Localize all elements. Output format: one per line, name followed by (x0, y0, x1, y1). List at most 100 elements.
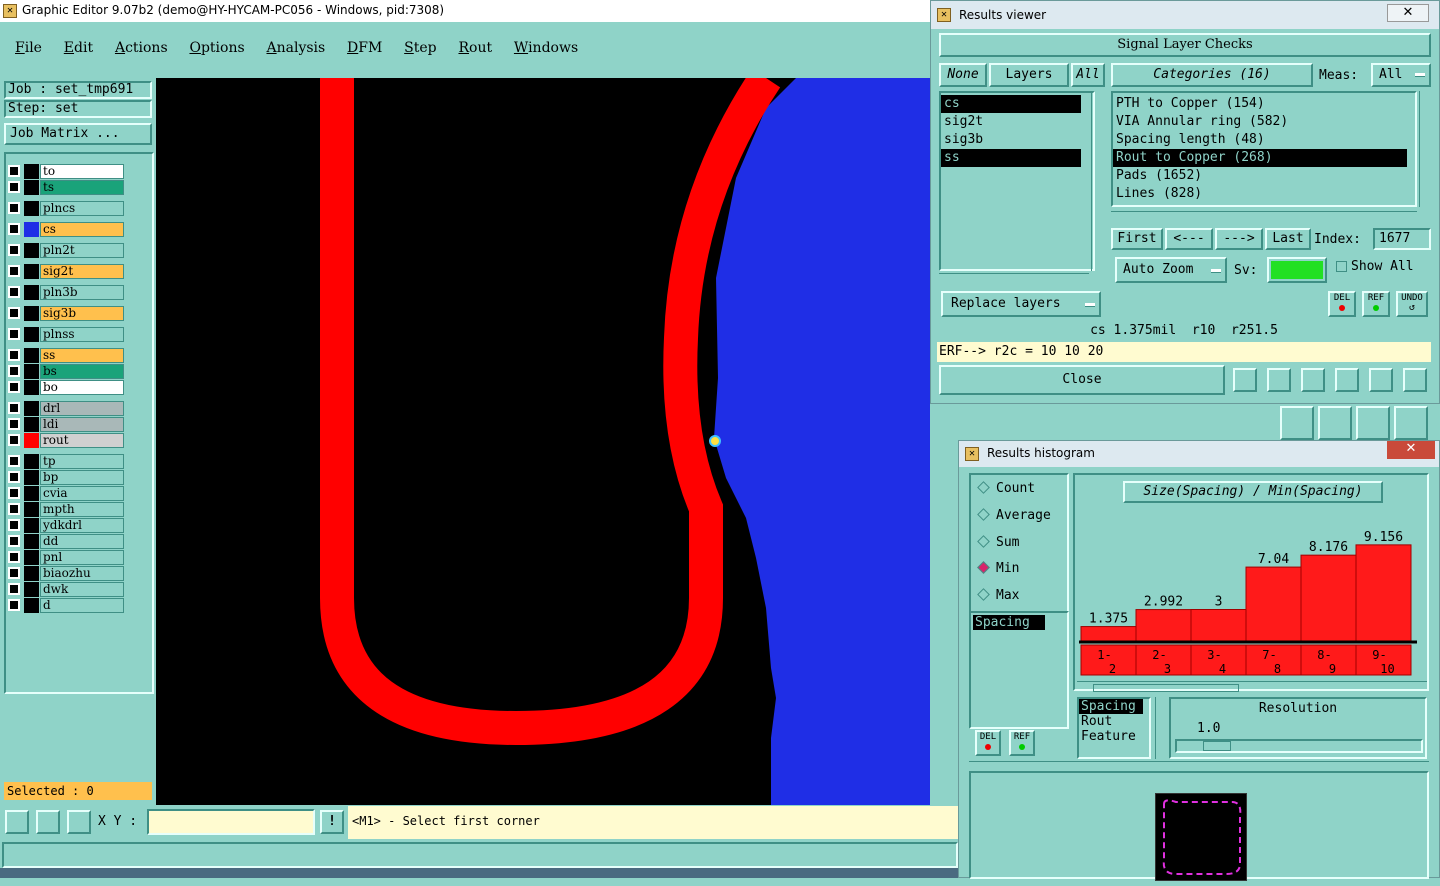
zoom-fit-icon[interactable] (5, 810, 29, 834)
layer-row-rout[interactable]: rout (6, 433, 124, 448)
layer-row-pln2t[interactable]: pln2t (6, 243, 124, 258)
hist-close-icon[interactable]: ✕ (1387, 441, 1435, 459)
layer-checkbox[interactable] (8, 265, 20, 277)
rv-layer-scrollbar[interactable] (1091, 91, 1103, 271)
layer-checkbox[interactable] (8, 381, 20, 393)
layer-row-drl[interactable]: drl (6, 401, 124, 416)
mode-min-radio[interactable]: Min (977, 561, 1019, 576)
layer-checkbox[interactable] (8, 418, 20, 430)
rv-category-item[interactable]: Rout to Copper (268) (1113, 149, 1407, 167)
histogram-icon[interactable] (1403, 368, 1427, 392)
layer-row-bs[interactable]: bs (6, 364, 124, 379)
rv-layer-item[interactable]: cs (941, 95, 1081, 113)
hist-bar[interactable] (1300, 554, 1357, 642)
layer-checkbox[interactable] (8, 551, 20, 563)
layer-row-to[interactable]: to (6, 164, 124, 179)
layer-checkbox[interactable] (8, 402, 20, 414)
rv-layer-item[interactable]: sig3b (941, 131, 1093, 149)
mode-average-radio[interactable]: Average (977, 508, 1051, 523)
rv-category-item[interactable]: PTH to Copper (154) (1113, 95, 1415, 113)
notes-icon[interactable] (1369, 368, 1393, 392)
layer-row-ydkdrl[interactable]: ydkdrl (6, 518, 124, 533)
layer-checkbox[interactable] (8, 244, 20, 256)
hist-bar[interactable] (1135, 609, 1192, 642)
command-line[interactable] (2, 842, 958, 868)
rv-first-button[interactable]: First (1111, 228, 1163, 250)
menu-dfm[interactable]: DFM (347, 40, 382, 56)
rv-all-button[interactable]: All (1071, 63, 1105, 87)
rv-last-button[interactable]: Last (1265, 228, 1311, 250)
rv-category-item[interactable]: Spacing length (48) (1113, 131, 1415, 149)
chart-red-icon[interactable] (1267, 368, 1291, 392)
menu-rout[interactable]: Rout (458, 40, 492, 56)
hist-del-button[interactable]: DEL (975, 730, 1001, 756)
layer-checkbox[interactable] (8, 471, 20, 483)
rv-del-button[interactable]: DEL (1328, 291, 1356, 317)
rv-category-list[interactable]: PTH to Copper (154) VIA Annular ring (58… (1111, 91, 1417, 207)
rv-category-item[interactable]: Lines (828) (1113, 185, 1415, 203)
rv-index-input[interactable]: 1677 (1373, 228, 1431, 250)
layer-checkbox[interactable] (8, 165, 20, 177)
layer-row-ldi[interactable]: ldi (6, 417, 124, 432)
menu-actions[interactable]: Actions (115, 40, 168, 56)
rv-category-scrollbar[interactable] (1419, 91, 1431, 207)
layer-checkbox[interactable] (8, 202, 20, 214)
rv-next-button[interactable]: ---> (1215, 228, 1263, 250)
rv-prev-button[interactable]: <--- (1165, 228, 1213, 250)
rv-category-item[interactable]: VIA Annular ring (582) (1113, 113, 1415, 131)
rv-layer-item[interactable]: sig2t (941, 113, 1093, 131)
rv-replace-layers-select[interactable]: Replace layers (941, 291, 1101, 317)
layer-row-bo[interactable]: bo (6, 380, 124, 395)
rv-layer-hscroll[interactable] (939, 273, 1089, 285)
hist-resolution-slider[interactable] (1175, 739, 1423, 753)
mode-sum-radio[interactable]: Sum (977, 535, 1019, 550)
layer-checkbox[interactable] (8, 487, 20, 499)
hist-bar[interactable] (1355, 544, 1412, 642)
hist-option-item[interactable]: Spacing (1079, 699, 1143, 714)
mode-count-radio[interactable]: Count (977, 481, 1035, 496)
layer-row-mpth[interactable]: mpth (6, 502, 124, 517)
layer-checkbox[interactable] (8, 365, 20, 377)
layer-row-dd[interactable]: dd (6, 534, 124, 549)
zoom-area-icon[interactable] (36, 810, 60, 834)
menu-analysis[interactable]: Analysis (266, 40, 325, 56)
layer-row-biaozhu[interactable]: biaozhu (6, 566, 124, 581)
rv-category-item[interactable]: Pads (1652) (1113, 167, 1415, 185)
rv-layers-button[interactable]: Layers (989, 63, 1069, 87)
layer-row-plnss[interactable]: plnss (6, 327, 124, 342)
rv-meas-select[interactable]: All (1371, 63, 1431, 87)
layer-row-d[interactable]: d (6, 598, 124, 613)
hist-metric-list[interactable]: Spacing (969, 611, 1069, 729)
rv-show-all-checkbox[interactable] (1336, 261, 1347, 272)
layer-row-bp[interactable]: bp (6, 470, 124, 485)
job-matrix-button[interactable]: Job Matrix ... (4, 123, 152, 145)
rv-close-icon[interactable]: ✕ (1387, 4, 1429, 22)
layer-checkbox[interactable] (8, 286, 20, 298)
hist-metric-item[interactable]: Spacing (973, 615, 1045, 630)
layer-row-cs[interactable]: cs (6, 222, 124, 237)
triangle-tool-icon[interactable] (1280, 406, 1314, 440)
layer-checkbox[interactable] (8, 349, 20, 361)
rv-undo-button[interactable]: UNDO ↺ (1396, 291, 1428, 317)
layer-row-pnl[interactable]: pnl (6, 550, 124, 565)
rv-layer-item[interactable]: ss (941, 149, 1081, 167)
hist-bar[interactable] (1245, 566, 1302, 642)
report-icon[interactable] (1233, 368, 1257, 392)
hist-option-item[interactable]: Rout (1079, 714, 1149, 729)
layer-row-tp[interactable]: tp (6, 454, 124, 469)
menu-edit[interactable]: Edit (64, 40, 93, 56)
rv-close-button[interactable]: Close (939, 365, 1225, 395)
layer-checkbox[interactable] (8, 307, 20, 319)
layer-row-sig2t[interactable]: sig2t (6, 264, 124, 279)
layer-checkbox[interactable] (8, 181, 20, 193)
menu-file[interactable]: File (15, 40, 42, 56)
numbered-icon[interactable] (1335, 368, 1359, 392)
slider-thumb[interactable] (1203, 741, 1231, 751)
hist-chart-hscroll[interactable] (1077, 681, 1427, 693)
layer-row-plncs[interactable]: plncs (6, 201, 124, 216)
rv-ref-button[interactable]: REF (1362, 291, 1390, 317)
rv-layer-list[interactable]: cs sig2t sig3b ss (939, 91, 1095, 271)
layer-checkbox[interactable] (8, 535, 20, 547)
hist-option-item[interactable]: Feature (1079, 729, 1149, 744)
layer-checkbox[interactable] (8, 519, 20, 531)
